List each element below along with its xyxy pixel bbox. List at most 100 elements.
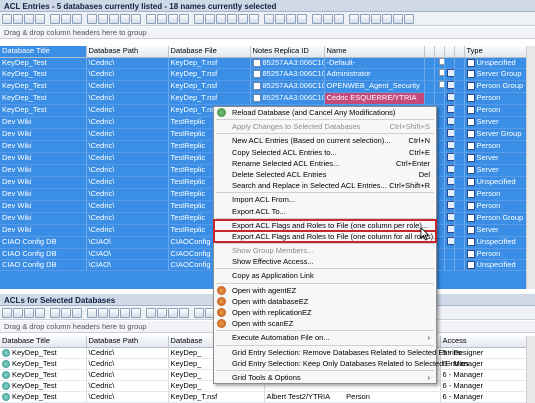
toolbar-button-icon[interactable] (168, 13, 178, 24)
table-row[interactable]: KeyDep_Test \Cedric\ KeyDep_T.nsf 85257AA3:… (0, 80, 527, 93)
checkbox[interactable] (438, 81, 443, 88)
toolbar-button-icon[interactable] (131, 13, 141, 24)
toolbar-button-icon[interactable] (194, 307, 204, 318)
toolbar-button-icon[interactable] (275, 13, 285, 24)
toolbar-button-icon[interactable] (50, 307, 60, 318)
menu-item[interactable]: Copy Selected ACL Entries to... Ctrl+E (214, 147, 436, 158)
toolbar-button-icon[interactable] (264, 13, 274, 24)
top-grid-vertical-scrollbar[interactable] (526, 46, 535, 289)
toolbar-button-icon[interactable] (404, 13, 414, 24)
table-row[interactable]: KeyDep_Test \Cedric\ KeyDep_T.nsf Albert Te… (0, 391, 527, 403)
toolbar-button-icon[interactable] (371, 13, 381, 24)
toolbar-button-icon[interactable] (194, 13, 204, 24)
column-header[interactable]: Name (324, 46, 425, 58)
column-header[interactable]: Type (464, 46, 527, 58)
top-toolbar (0, 12, 535, 26)
toolbar-button-icon[interactable] (146, 307, 156, 318)
column-header[interactable] (444, 46, 455, 58)
table-row[interactable]: KeyDep_Test \Cedric\ KeyDep_T.nsf 85257AA3:… (0, 68, 527, 81)
toolbar-button-icon[interactable] (24, 307, 34, 318)
toolbar-button-icon[interactable] (87, 307, 97, 318)
column-header[interactable]: Database File (168, 46, 251, 58)
menu-item[interactable]: Open with scanEZ (214, 318, 436, 329)
menu-item[interactable]: New ACL Entries (Based on current select… (214, 135, 436, 146)
menu-item[interactable]: Reload Database (and Cancel Any Modifica… (214, 107, 436, 118)
toolbar-button-icon[interactable] (393, 13, 403, 24)
column-header[interactable]: Database Title (0, 336, 87, 348)
toolbar-button-icon[interactable] (98, 307, 108, 318)
toolbar-button-icon[interactable] (61, 307, 71, 318)
toolbar-button-icon[interactable] (157, 307, 167, 318)
menu-item[interactable]: Grid Tools & Options › (214, 372, 436, 383)
toolbar-button-icon[interactable] (13, 13, 23, 24)
menu-item[interactable]: Grid Entry Selection: Keep Only Database… (214, 358, 469, 369)
toolbar-button-icon[interactable] (323, 13, 333, 24)
column-header[interactable] (434, 46, 445, 58)
toolbar-button-icon[interactable] (205, 13, 215, 24)
column-header[interactable]: Database Path (86, 336, 169, 348)
toolbar-button-icon[interactable] (286, 13, 296, 24)
column-header[interactable]: Database Path (86, 46, 169, 58)
toolbar-button-icon[interactable] (312, 13, 322, 24)
menu-item[interactable]: Open with agentEZ (214, 285, 436, 296)
toolbar-button-icon[interactable] (24, 13, 34, 24)
bottom-grid-vertical-scrollbar[interactable] (526, 336, 535, 403)
menu-item[interactable]: Copy as Application Link (214, 270, 436, 281)
column-header[interactable]: Notes Replica ID (250, 46, 325, 58)
toolbar-button-icon[interactable] (13, 307, 23, 318)
toolbar-button-icon[interactable] (216, 13, 226, 24)
toolbar-button-icon[interactable] (35, 13, 45, 24)
table-cell (454, 236, 465, 249)
menu-item[interactable]: Rename Selected ACL Entries... Ctrl+Enter (214, 158, 436, 169)
toolbar-button-icon[interactable] (227, 13, 237, 24)
toolbar-button-icon[interactable] (179, 307, 189, 318)
checkbox[interactable] (438, 69, 443, 76)
table-row[interactable]: KeyDep_Test \Cedric\ KeyDep_T.nsf 85257AA3:… (0, 92, 527, 105)
menu-item[interactable]: Open with replicationEZ (214, 307, 436, 318)
toolbar-button-icon[interactable] (179, 13, 189, 24)
toolbar-button-icon[interactable] (72, 13, 82, 24)
toolbar-button-icon[interactable] (109, 307, 119, 318)
toolbar-button-icon[interactable] (72, 307, 82, 318)
column-header[interactable]: Database Title (0, 46, 87, 58)
menu-item[interactable]: Open with databaseEZ (214, 296, 436, 307)
toolbar-button-icon[interactable] (120, 307, 130, 318)
menu-item[interactable]: Search and Replace in Selected ACL Entri… (214, 180, 436, 191)
toolbar-button-icon[interactable] (249, 13, 259, 24)
toolbar-button-icon[interactable] (2, 307, 12, 318)
toolbar-button-icon[interactable] (35, 307, 45, 318)
toolbar-button-icon[interactable] (382, 13, 392, 24)
toolbar-button-icon[interactable] (61, 13, 71, 24)
checkbox[interactable] (438, 57, 443, 65)
toolbar-button-icon[interactable] (98, 13, 108, 24)
toolbar-button-icon[interactable] (349, 13, 359, 24)
menu-item[interactable]: Grid Entry Selection: Remove Databases R… (214, 347, 462, 358)
toolbar-button-icon[interactable] (87, 13, 97, 24)
menu-item[interactable]: Export ACL Flags and Roles to File (one … (213, 229, 439, 244)
menu-item[interactable]: Import ACL From... (214, 194, 436, 205)
column-header[interactable] (424, 46, 435, 58)
menu-item[interactable]: Export ACL Flags and Roles to File (one … (213, 218, 437, 232)
toolbar-button-icon[interactable] (157, 13, 167, 24)
toolbar-button-icon[interactable] (2, 13, 12, 24)
toolbar-button-icon[interactable] (360, 13, 370, 24)
column-header[interactable] (454, 46, 465, 58)
toolbar-button-icon[interactable] (146, 13, 156, 24)
table-row[interactable]: KeyDep_Test \Cedric\ KeyDep_T.nsf 85257AA3:… (0, 57, 527, 69)
toolbar-button-icon[interactable] (120, 13, 130, 24)
toolbar-button-icon[interactable] (109, 13, 119, 24)
menu-item[interactable]: Export ACL To... (214, 206, 436, 217)
toolbar-button-icon[interactable] (50, 13, 60, 24)
column-header[interactable]: Access (440, 336, 527, 348)
toolbar-button-icon[interactable] (238, 13, 248, 24)
top-group-drop-area[interactable]: Drag & drop column headers here to group (0, 27, 535, 39)
toolbar-button-icon[interactable] (297, 13, 307, 24)
menu-item[interactable]: Delete Selected ACL Entries Del (214, 169, 436, 180)
entry-type-label: Server Group (476, 69, 522, 78)
menu-item[interactable]: Execute Automation File on... › (214, 332, 436, 343)
toolbar-button-icon[interactable] (168, 307, 178, 318)
toolbar-button-icon[interactable] (334, 13, 344, 24)
menu-item[interactable]: Show Effective Access... (214, 256, 436, 267)
entry-type: Server Group (466, 69, 524, 79)
toolbar-button-icon[interactable] (131, 307, 141, 318)
